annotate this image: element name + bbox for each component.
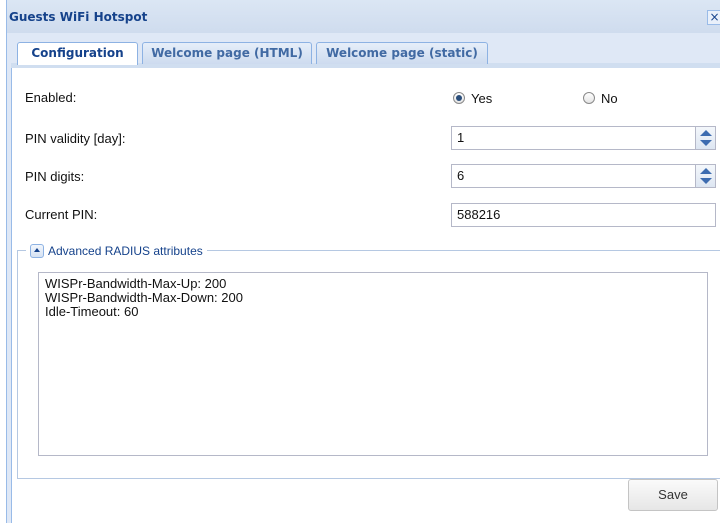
configuration-panel: Enabled: Yes No PIN validity [day]: 1 PI… <box>11 68 720 523</box>
enabled-yes-label[interactable]: Yes <box>471 91 492 106</box>
radius-attribute-line: WISPr-Bandwidth-Max-Down: 200 <box>45 290 243 305</box>
pin-validity-spinner[interactable] <box>696 126 716 150</box>
collapse-up-icon[interactable] <box>30 244 44 258</box>
guests-wifi-hotspot-window: Guests WiFi Hotspot × Configuration Welc… <box>6 0 720 523</box>
tab-welcome-page-html[interactable]: Welcome page (HTML) <box>142 42 312 64</box>
current-pin-label: Current PIN: <box>25 207 98 222</box>
close-icon[interactable]: × <box>707 10 720 25</box>
radius-attribute-line: WISPr-Bandwidth-Max-Up: 200 <box>45 276 227 291</box>
pin-validity-input[interactable]: 1 <box>451 126 696 150</box>
advanced-radius-title[interactable]: Advanced RADIUS attributes <box>48 244 203 258</box>
enabled-no-radio[interactable] <box>583 92 595 104</box>
advanced-radius-legend[interactable]: Advanced RADIUS attributes <box>26 242 207 260</box>
tab-welcome-page-static[interactable]: Welcome page (static) <box>316 42 488 64</box>
spin-up-icon[interactable] <box>700 168 712 174</box>
enabled-no-label[interactable]: No <box>601 91 618 106</box>
spin-down-icon[interactable] <box>700 140 712 146</box>
current-pin-field[interactable]: 588216 <box>451 203 716 227</box>
pin-digits-label: PIN digits: <box>25 169 85 184</box>
pin-validity-label: PIN validity [day]: <box>25 131 126 146</box>
tab-bar: Configuration Welcome page (HTML) Welcom… <box>11 38 720 68</box>
radius-attributes-textarea[interactable]: WISPr-Bandwidth-Max-Up: 200 WISPr-Bandwi… <box>38 272 708 456</box>
enabled-label: Enabled: <box>25 90 77 105</box>
save-button[interactable]: Save <box>628 479 718 511</box>
spin-up-icon[interactable] <box>700 130 712 136</box>
tab-configuration[interactable]: Configuration <box>17 42 138 65</box>
radius-attribute-line: Idle-Timeout: 60 <box>45 304 139 319</box>
enabled-yes-radio[interactable] <box>453 92 465 104</box>
window-title: Guests WiFi Hotspot <box>9 10 148 24</box>
pin-digits-spinner[interactable] <box>696 164 716 188</box>
spin-down-icon[interactable] <box>700 178 712 184</box>
window-titlebar[interactable]: Guests WiFi Hotspot × <box>7 0 720 33</box>
pin-digits-input[interactable]: 6 <box>451 164 696 188</box>
